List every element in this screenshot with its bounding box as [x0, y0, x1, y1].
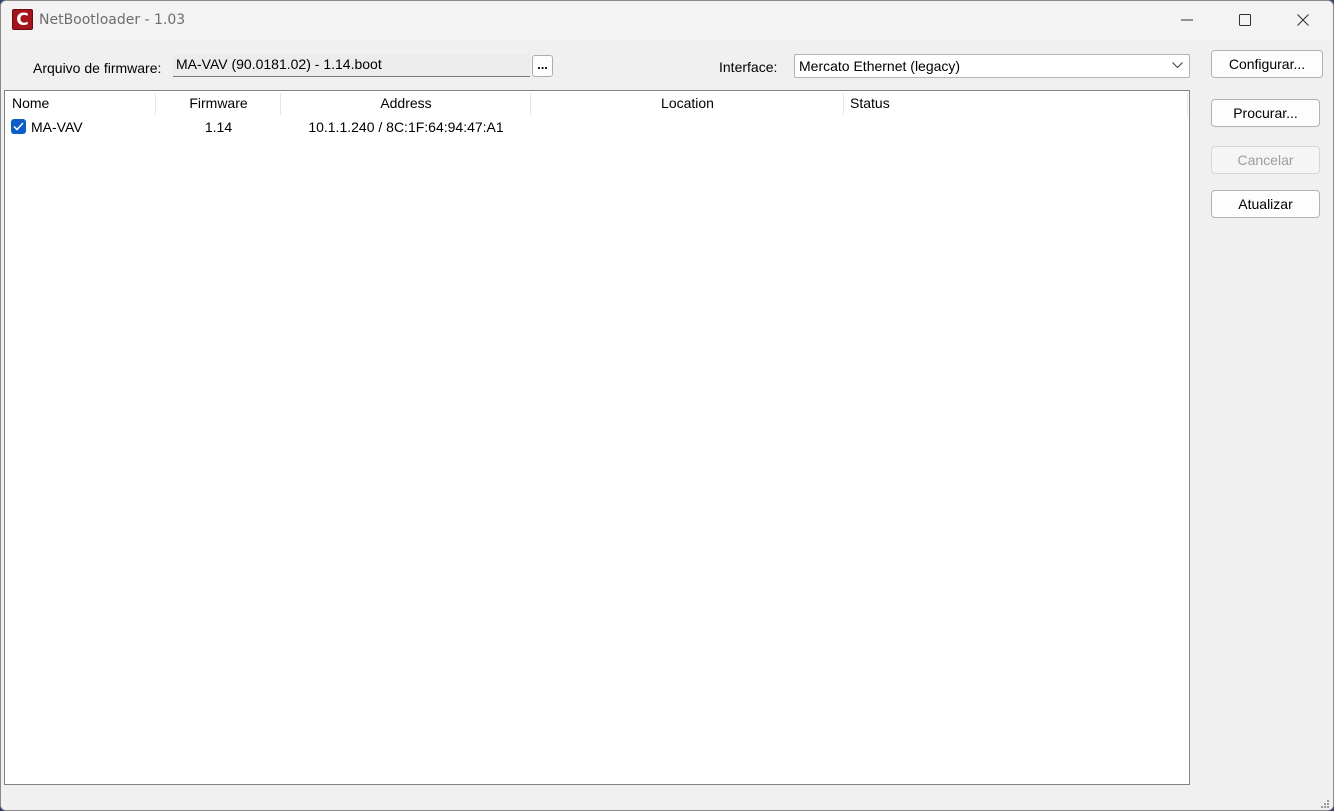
column-header-firmware[interactable]: Firmware — [156, 91, 281, 116]
status-bar — [1, 786, 1333, 810]
close-icon — [1297, 14, 1309, 26]
interface-label: Interface: — [719, 59, 778, 75]
row-checkbox[interactable] — [11, 119, 26, 134]
column-header-name[interactable]: Nome — [12, 91, 49, 116]
maximize-button[interactable] — [1216, 1, 1274, 39]
interface-selected-value: Mercato Ethernet (legacy) — [799, 58, 961, 74]
column-divider[interactable] — [1187, 93, 1188, 115]
search-devices-button[interactable]: Procurar... — [1211, 99, 1320, 127]
interface-select[interactable]: Mercato Ethernet (legacy) — [794, 54, 1190, 78]
device-name: MA-VAV — [31, 119, 83, 135]
column-header-address[interactable]: Address — [281, 91, 531, 116]
device-list[interactable]: Nome Firmware Address Location Status MA… — [4, 90, 1190, 785]
table-row[interactable]: MA-VAV 1.14 10.1.1.240 / 8C:1F:64:94:47:… — [5, 117, 1189, 138]
device-address: 10.1.1.240 / 8C:1F:64:94:47:A1 — [308, 119, 504, 135]
browse-firmware-button[interactable]: ... — [532, 55, 553, 77]
check-icon — [13, 122, 24, 131]
refresh-button[interactable]: Atualizar — [1211, 190, 1320, 218]
minimize-button[interactable] — [1158, 1, 1216, 39]
close-button[interactable] — [1274, 1, 1332, 39]
column-header-status[interactable]: Status — [850, 91, 890, 116]
device-firmware: 1.14 — [204, 119, 233, 135]
app-window: C NetBootloader - 1.03 Arquivo de firmwa… — [0, 0, 1334, 811]
firmware-file-field[interactable]: MA-VAV (90.0181.02) - 1.14.boot — [173, 54, 530, 77]
cancel-button: Cancelar — [1211, 146, 1320, 174]
app-logo-icon: C — [12, 9, 33, 30]
maximize-icon — [1239, 14, 1251, 26]
title-bar[interactable]: C NetBootloader - 1.03 — [1, 1, 1333, 39]
minimize-icon — [1181, 19, 1193, 21]
app-logo-letter: C — [16, 10, 29, 30]
list-header: Nome Firmware Address Location Status — [5, 91, 1189, 116]
configure-button[interactable]: Configurar... — [1211, 50, 1323, 78]
window-title: NetBootloader - 1.03 — [39, 12, 186, 28]
column-header-location[interactable]: Location — [531, 91, 844, 116]
column-divider[interactable] — [843, 93, 844, 115]
resize-grip-icon[interactable] — [1320, 799, 1330, 809]
chevron-down-icon — [1172, 62, 1183, 69]
firmware-file-label: Arquivo de firmware: — [33, 60, 162, 76]
device-location — [531, 117, 844, 138]
